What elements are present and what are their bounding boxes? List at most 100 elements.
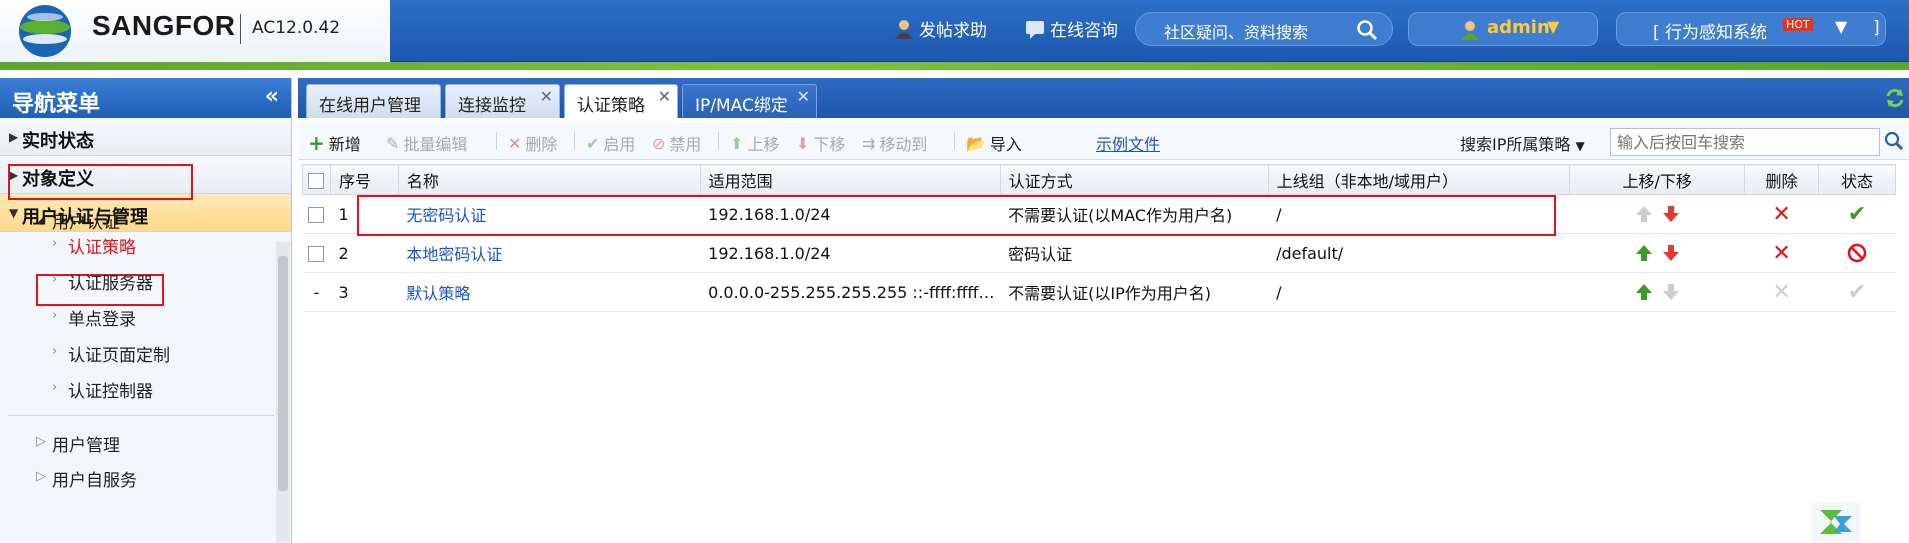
search-icon[interactable]	[1884, 131, 1904, 151]
status-locked-icon: ✔	[1847, 279, 1867, 305]
move-up-icon[interactable]	[1633, 242, 1655, 264]
col-header-move[interactable]: 上移/下移	[1569, 164, 1746, 195]
policy-table: 序号 名称 适用范围 认证方式 上线组（非本地/域用户） 上移/下移 删除 状态…	[302, 164, 1896, 312]
sidebar-item-label: 认证控制器	[68, 382, 153, 402]
col-header-name[interactable]: 名称	[397, 164, 701, 195]
tab-ip-mac-binding[interactable]: IP/MAC绑定 ✕	[682, 84, 817, 118]
user-dropdown-icon: ▼	[1547, 17, 1560, 36]
disable-button[interactable]: ⊘ 禁用	[652, 131, 701, 155]
import-label: 导入	[989, 135, 1022, 154]
enable-button[interactable]: ✔ 启用	[586, 131, 635, 155]
move-to-button[interactable]: ⇉ 移动到	[862, 131, 927, 155]
disable-label: 禁用	[669, 135, 702, 154]
row-no: 3	[330, 272, 399, 312]
close-tab-icon[interactable]: ✕	[797, 87, 810, 106]
sangfor-float-logo-icon	[1812, 502, 1860, 543]
sangfor-logo-icon	[19, 5, 71, 57]
row-checkbox[interactable]	[302, 233, 331, 273]
hot-badge: HOT	[1783, 18, 1813, 31]
nav-menu-title: 导航菜单 «	[0, 78, 291, 118]
toolbar-divider	[954, 132, 955, 150]
table-row[interactable]: 2 本地密码认证 192.168.1.0/24 密码认证 /default/ ✕	[302, 233, 1896, 273]
tab-connection-monitor[interactable]: 连接监控 ✕	[445, 84, 560, 118]
close-tab-icon[interactable]: ✕	[540, 87, 553, 106]
delete-disabled-icon: ✕	[1772, 279, 1791, 305]
row-scope: 0.0.0.0-255.255.255.255 ::-ffff:ffff…	[700, 272, 1001, 312]
community-search-box[interactable]: 社区疑问、资料搜索	[1135, 12, 1393, 46]
tab-label: 在线用户管理	[319, 96, 421, 116]
enable-label: 启用	[603, 135, 636, 154]
col-header-method[interactable]: 认证方式	[999, 164, 1269, 195]
tab-auth-policy[interactable]: 认证策略 ✕	[564, 84, 678, 118]
tab-label: IP/MAC绑定	[695, 96, 788, 116]
ip-policy-search-dropdown[interactable]: 搜索IP所属策略 ▼	[1460, 131, 1585, 155]
system-switch-label: [ 行为感知系统	[1653, 23, 1768, 43]
delete-icon: ✕	[508, 133, 522, 153]
move-to-icon: ⇉	[862, 133, 876, 153]
policy-name-link[interactable]: 默认策略	[406, 284, 470, 303]
online-consult-link[interactable]: 在线咨询	[1024, 16, 1118, 41]
tab-label: 认证策略	[577, 96, 645, 116]
col-header-no[interactable]: 序号	[329, 164, 399, 195]
sidebar-item-label: 认证服务器	[68, 274, 153, 294]
header-accent-strip	[0, 62, 1909, 70]
move-down-button[interactable]: ⬇ 下移	[796, 131, 845, 155]
select-all-checkbox[interactable]	[302, 164, 331, 195]
sidebar-scrollbar[interactable]	[276, 242, 290, 542]
refresh-icon[interactable]	[1885, 88, 1905, 108]
move-down-icon[interactable]	[1660, 242, 1682, 264]
import-button[interactable]: 📂 导入	[966, 131, 1022, 155]
batch-edit-button[interactable]: ✎ 批量编辑	[386, 131, 467, 155]
brand-divider	[240, 14, 241, 44]
logo-area: SANGFOR AC12.0.42	[0, 0, 390, 62]
search-icon[interactable]	[1356, 19, 1378, 41]
policy-search-input[interactable]	[1610, 128, 1880, 156]
row-checkbox[interactable]	[302, 194, 331, 234]
move-down-icon[interactable]	[1660, 203, 1682, 225]
col-header-group[interactable]: 上线组（非本地/域用户）	[1267, 164, 1571, 195]
status-enabled-icon[interactable]: ✔	[1848, 202, 1866, 227]
plus-icon: +	[308, 131, 325, 155]
system-bracket: ]	[1873, 18, 1880, 38]
col-header-delete[interactable]: 删除	[1744, 164, 1820, 195]
collapse-sidebar-icon[interactable]: «	[265, 84, 279, 109]
col-header-scope[interactable]: 适用范围	[699, 164, 1001, 195]
move-up-icon[interactable]	[1633, 281, 1655, 303]
delete-row-icon[interactable]: ✕	[1772, 202, 1790, 227]
col-header-status[interactable]: 状态	[1818, 164, 1896, 195]
sidebar-group-realtime[interactable]: ▶ 实时状态	[0, 118, 291, 156]
scrollbar-thumb[interactable]	[278, 256, 288, 491]
user-menu[interactable]: admin ▼	[1408, 12, 1598, 46]
row-group: /default/	[1268, 233, 1570, 273]
brand-name: SANGFOR	[92, 10, 236, 41]
online-consult-label: 在线咨询	[1050, 21, 1118, 41]
tab-online-users[interactable]: 在线用户管理	[306, 84, 441, 118]
delete-button[interactable]: ✕ 删除	[508, 131, 557, 155]
help-post-label: 发帖求助	[919, 21, 987, 41]
system-switch-menu[interactable]: [ 行为感知系统 HOT ▼ ]	[1616, 12, 1886, 46]
move-up-disabled-icon	[1635, 206, 1652, 222]
sidebar-item-label: 用户管理	[52, 436, 120, 456]
system-dropdown-icon: ▼	[1835, 17, 1848, 36]
row-group: /	[1268, 272, 1570, 312]
close-tab-icon[interactable]: ✕	[658, 87, 671, 106]
chevron-right-icon: ›	[52, 380, 58, 395]
status-disabled-icon[interactable]	[1846, 242, 1868, 264]
sidebar-item-label: 用户自服务	[52, 471, 137, 491]
help-post-link[interactable]: 发帖求助	[893, 16, 987, 41]
community-search-label: 社区疑问、资料搜索	[1164, 23, 1309, 42]
move-up-button[interactable]: ⬆ 上移	[730, 131, 779, 155]
batch-edit-label: 批量编辑	[403, 135, 468, 154]
delete-row-icon[interactable]: ✕	[1772, 241, 1790, 266]
sidebar: 导航菜单 « ▶ 实时状态 ▶ 对象定义 ▼ 用户认证与管理 ◢ 用户认证 › …	[0, 78, 292, 543]
nav-title-label: 导航菜单	[12, 92, 101, 117]
move-to-label: 移动到	[879, 135, 928, 154]
add-button[interactable]: + 新增	[308, 131, 361, 155]
arrow-down-icon: ⬇	[796, 133, 810, 153]
pencil-icon: ✎	[386, 133, 400, 153]
policy-name-link[interactable]: 本地密码认证	[406, 245, 502, 264]
dropdown-arrow-icon: ▼	[1575, 139, 1585, 153]
example-file-link[interactable]: 示例文件	[1096, 131, 1160, 155]
table-row[interactable]: - 3 默认策略 0.0.0.0-255.255.255.255 ::-ffff…	[302, 272, 1896, 312]
row-scope: 192.168.1.0/24	[700, 233, 1001, 273]
